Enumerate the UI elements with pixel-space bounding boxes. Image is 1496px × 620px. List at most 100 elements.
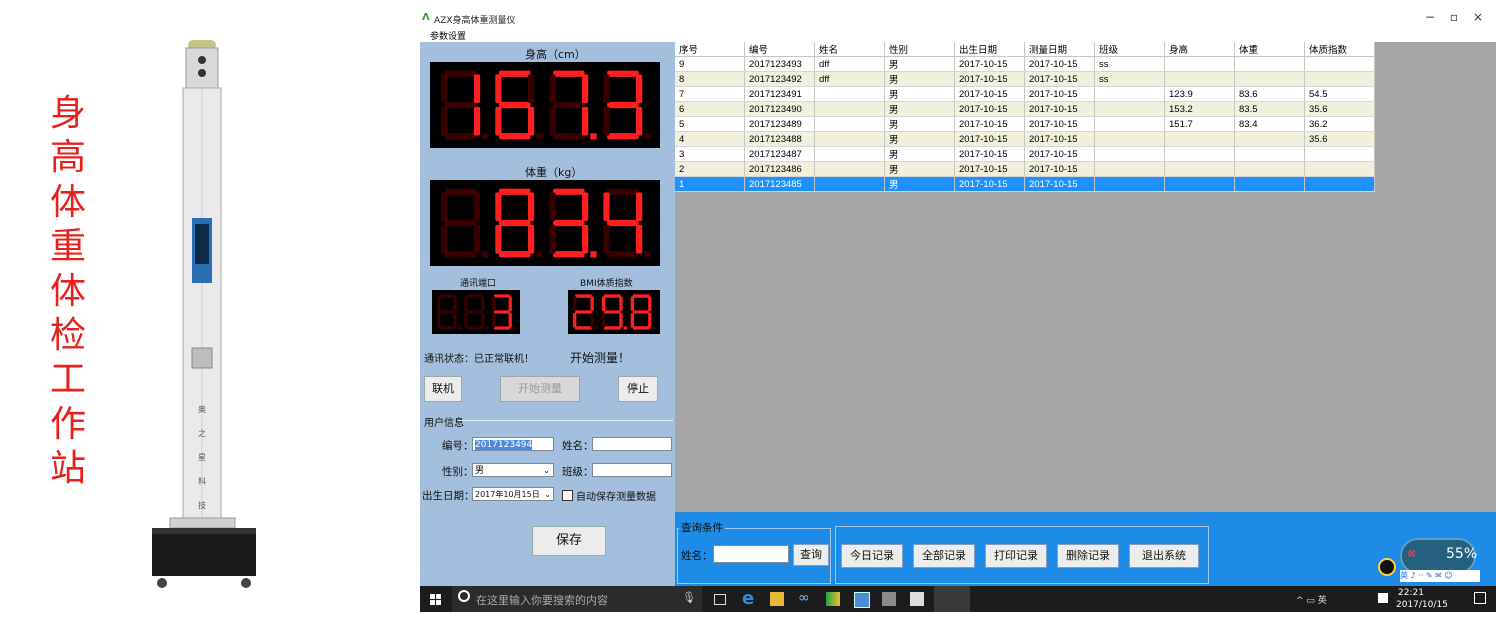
table-cell[interactable] [1164,146,1235,162]
table-cell[interactable] [1094,86,1165,102]
table-row[interactable]: 8 2017123492 dff 男 2017-10-15 2017-10-15 ss [675,71,1375,87]
table-cell[interactable]: 男 [884,116,955,132]
action-button[interactable]: 打印记录 [985,544,1047,568]
table-row[interactable]: 6 2017123490 男 2017-10-15 2017-10-15 153.2 83.… [675,101,1375,117]
table-cell[interactable]: 2017-10-15 [1024,116,1095,132]
table-cell[interactable]: 2017-10-15 [954,131,1025,147]
search-button[interactable]: 查询 [793,544,829,566]
table-cell[interactable] [1234,56,1305,72]
table-cell[interactable]: 7 [675,86,745,102]
action-button[interactable]: 全部记录 [913,544,975,568]
table-cell[interactable]: 36.2 [1304,116,1375,132]
save-button[interactable]: 保存 [532,526,606,556]
file-explorer-icon[interactable] [770,592,784,606]
table-cell[interactable] [814,116,885,132]
qq-penguin-icon[interactable] [1378,558,1396,576]
task-view-icon[interactable] [714,594,726,605]
table-cell[interactable] [814,131,885,147]
table-row[interactable]: 7 2017123491 男 2017-10-15 2017-10-15 123.9 83.… [675,86,1375,102]
column-header[interactable]: 姓名 [814,42,885,57]
column-header[interactable]: 身高 [1164,42,1235,57]
name-field[interactable] [592,437,672,451]
table-cell[interactable]: 2017123486 [744,161,815,177]
birth-date-picker[interactable]: 2017年10月15日 ⌄ [472,487,554,501]
action-button[interactable]: 退出系统 [1129,544,1199,568]
action-center-icon[interactable] [1474,592,1486,604]
table-cell[interactable]: 男 [884,131,955,147]
table-row[interactable]: 9 2017123493 dff 男 2017-10-15 2017-10-15 ss [675,56,1375,72]
table-cell[interactable]: dff [814,56,885,72]
table-cell[interactable]: 4 [675,131,745,147]
table-cell[interactable] [1234,161,1305,177]
table-cell[interactable] [1234,146,1305,162]
action-button[interactable]: 今日记录 [841,544,903,568]
column-header[interactable]: 性别 [884,42,955,57]
tray-icons[interactable]: ^ ▭ 英 [1296,593,1327,606]
table-cell[interactable]: 151.7 [1164,116,1235,132]
mail-app-icon[interactable] [854,592,870,608]
table-cell[interactable]: 9 [675,56,745,72]
table-cell[interactable]: 2017123491 [744,86,815,102]
table-cell[interactable] [1164,176,1235,192]
table-cell[interactable]: ss [1094,56,1165,72]
connect-button[interactable]: 联机 [424,376,462,402]
minimize-button[interactable]: − [1420,10,1440,24]
menu-item-settings[interactable]: 参数设置 [430,29,466,42]
table-cell[interactable]: 2017-10-15 [1024,131,1095,147]
table-cell[interactable]: 2017-10-15 [1024,71,1095,87]
table-cell[interactable]: 男 [884,101,955,117]
table-cell[interactable]: 2017123490 [744,101,815,117]
table-cell[interactable] [1304,71,1375,87]
table-cell[interactable]: 2017-10-15 [1024,146,1095,162]
table-cell[interactable] [1304,176,1375,192]
close-button[interactable]: × [1468,10,1488,24]
table-cell[interactable] [1094,161,1165,177]
table-cell[interactable] [1164,161,1235,177]
notification-app-icon[interactable] [1378,593,1388,603]
table-cell[interactable] [1094,146,1165,162]
table-cell[interactable]: 153.2 [1164,101,1235,117]
table-cell[interactable]: 2 [675,161,745,177]
table-cell[interactable]: 男 [884,56,955,72]
class-field[interactable] [592,463,672,477]
table-cell[interactable] [1164,71,1235,87]
table-cell[interactable]: 2017-10-15 [954,71,1025,87]
table-cell[interactable] [1094,116,1165,132]
windows-start-icon[interactable] [430,594,441,605]
height-app-icon[interactable] [826,592,840,606]
table-cell[interactable]: 2017-10-15 [1024,161,1095,177]
table-cell[interactable]: 男 [884,71,955,87]
table-cell[interactable] [1094,176,1165,192]
table-cell[interactable]: 123.9 [1164,86,1235,102]
table-cell[interactable] [1304,146,1375,162]
id-field[interactable]: 2017123494 [472,437,554,451]
table-cell[interactable] [1234,176,1305,192]
table-cell[interactable]: 2017-10-15 [954,101,1025,117]
table-cell[interactable]: 54.5 [1304,86,1375,102]
column-header[interactable]: 体质指数 [1304,42,1375,57]
table-cell[interactable]: 2017-10-15 [1024,176,1095,192]
table-cell[interactable]: 2017-10-15 [1024,86,1095,102]
autosave-checkbox[interactable] [562,490,573,501]
table-cell[interactable]: 6 [675,101,745,117]
table-cell[interactable] [1164,131,1235,147]
table-cell[interactable]: 男 [884,146,955,162]
table-cell[interactable]: 83.6 [1234,86,1305,102]
table-cell[interactable]: 5 [675,116,745,132]
table-cell[interactable] [1304,56,1375,72]
table-row[interactable]: 4 2017123488 男 2017-10-15 2017-10-15 35.6 [675,131,1375,147]
column-header[interactable]: 班级 [1094,42,1165,57]
table-cell[interactable]: 2017123493 [744,56,815,72]
table-cell[interactable]: 1 [675,176,745,192]
table-cell[interactable] [1234,131,1305,147]
table-cell[interactable]: 2017-10-15 [954,176,1025,192]
table-cell[interactable]: ss [1094,71,1165,87]
table-cell[interactable]: 2017123487 [744,146,815,162]
column-header[interactable]: 编号 [744,42,815,57]
maximize-button[interactable]: ▫ [1444,10,1464,24]
table-cell[interactable] [1234,71,1305,87]
table-cell[interactable] [1164,56,1235,72]
table-cell[interactable] [1304,161,1375,177]
table-row[interactable]: 3 2017123487 男 2017-10-15 2017-10-15 [675,146,1375,162]
table-row[interactable]: 1 2017123485 男 2017-10-15 2017-10-15 [675,176,1375,192]
